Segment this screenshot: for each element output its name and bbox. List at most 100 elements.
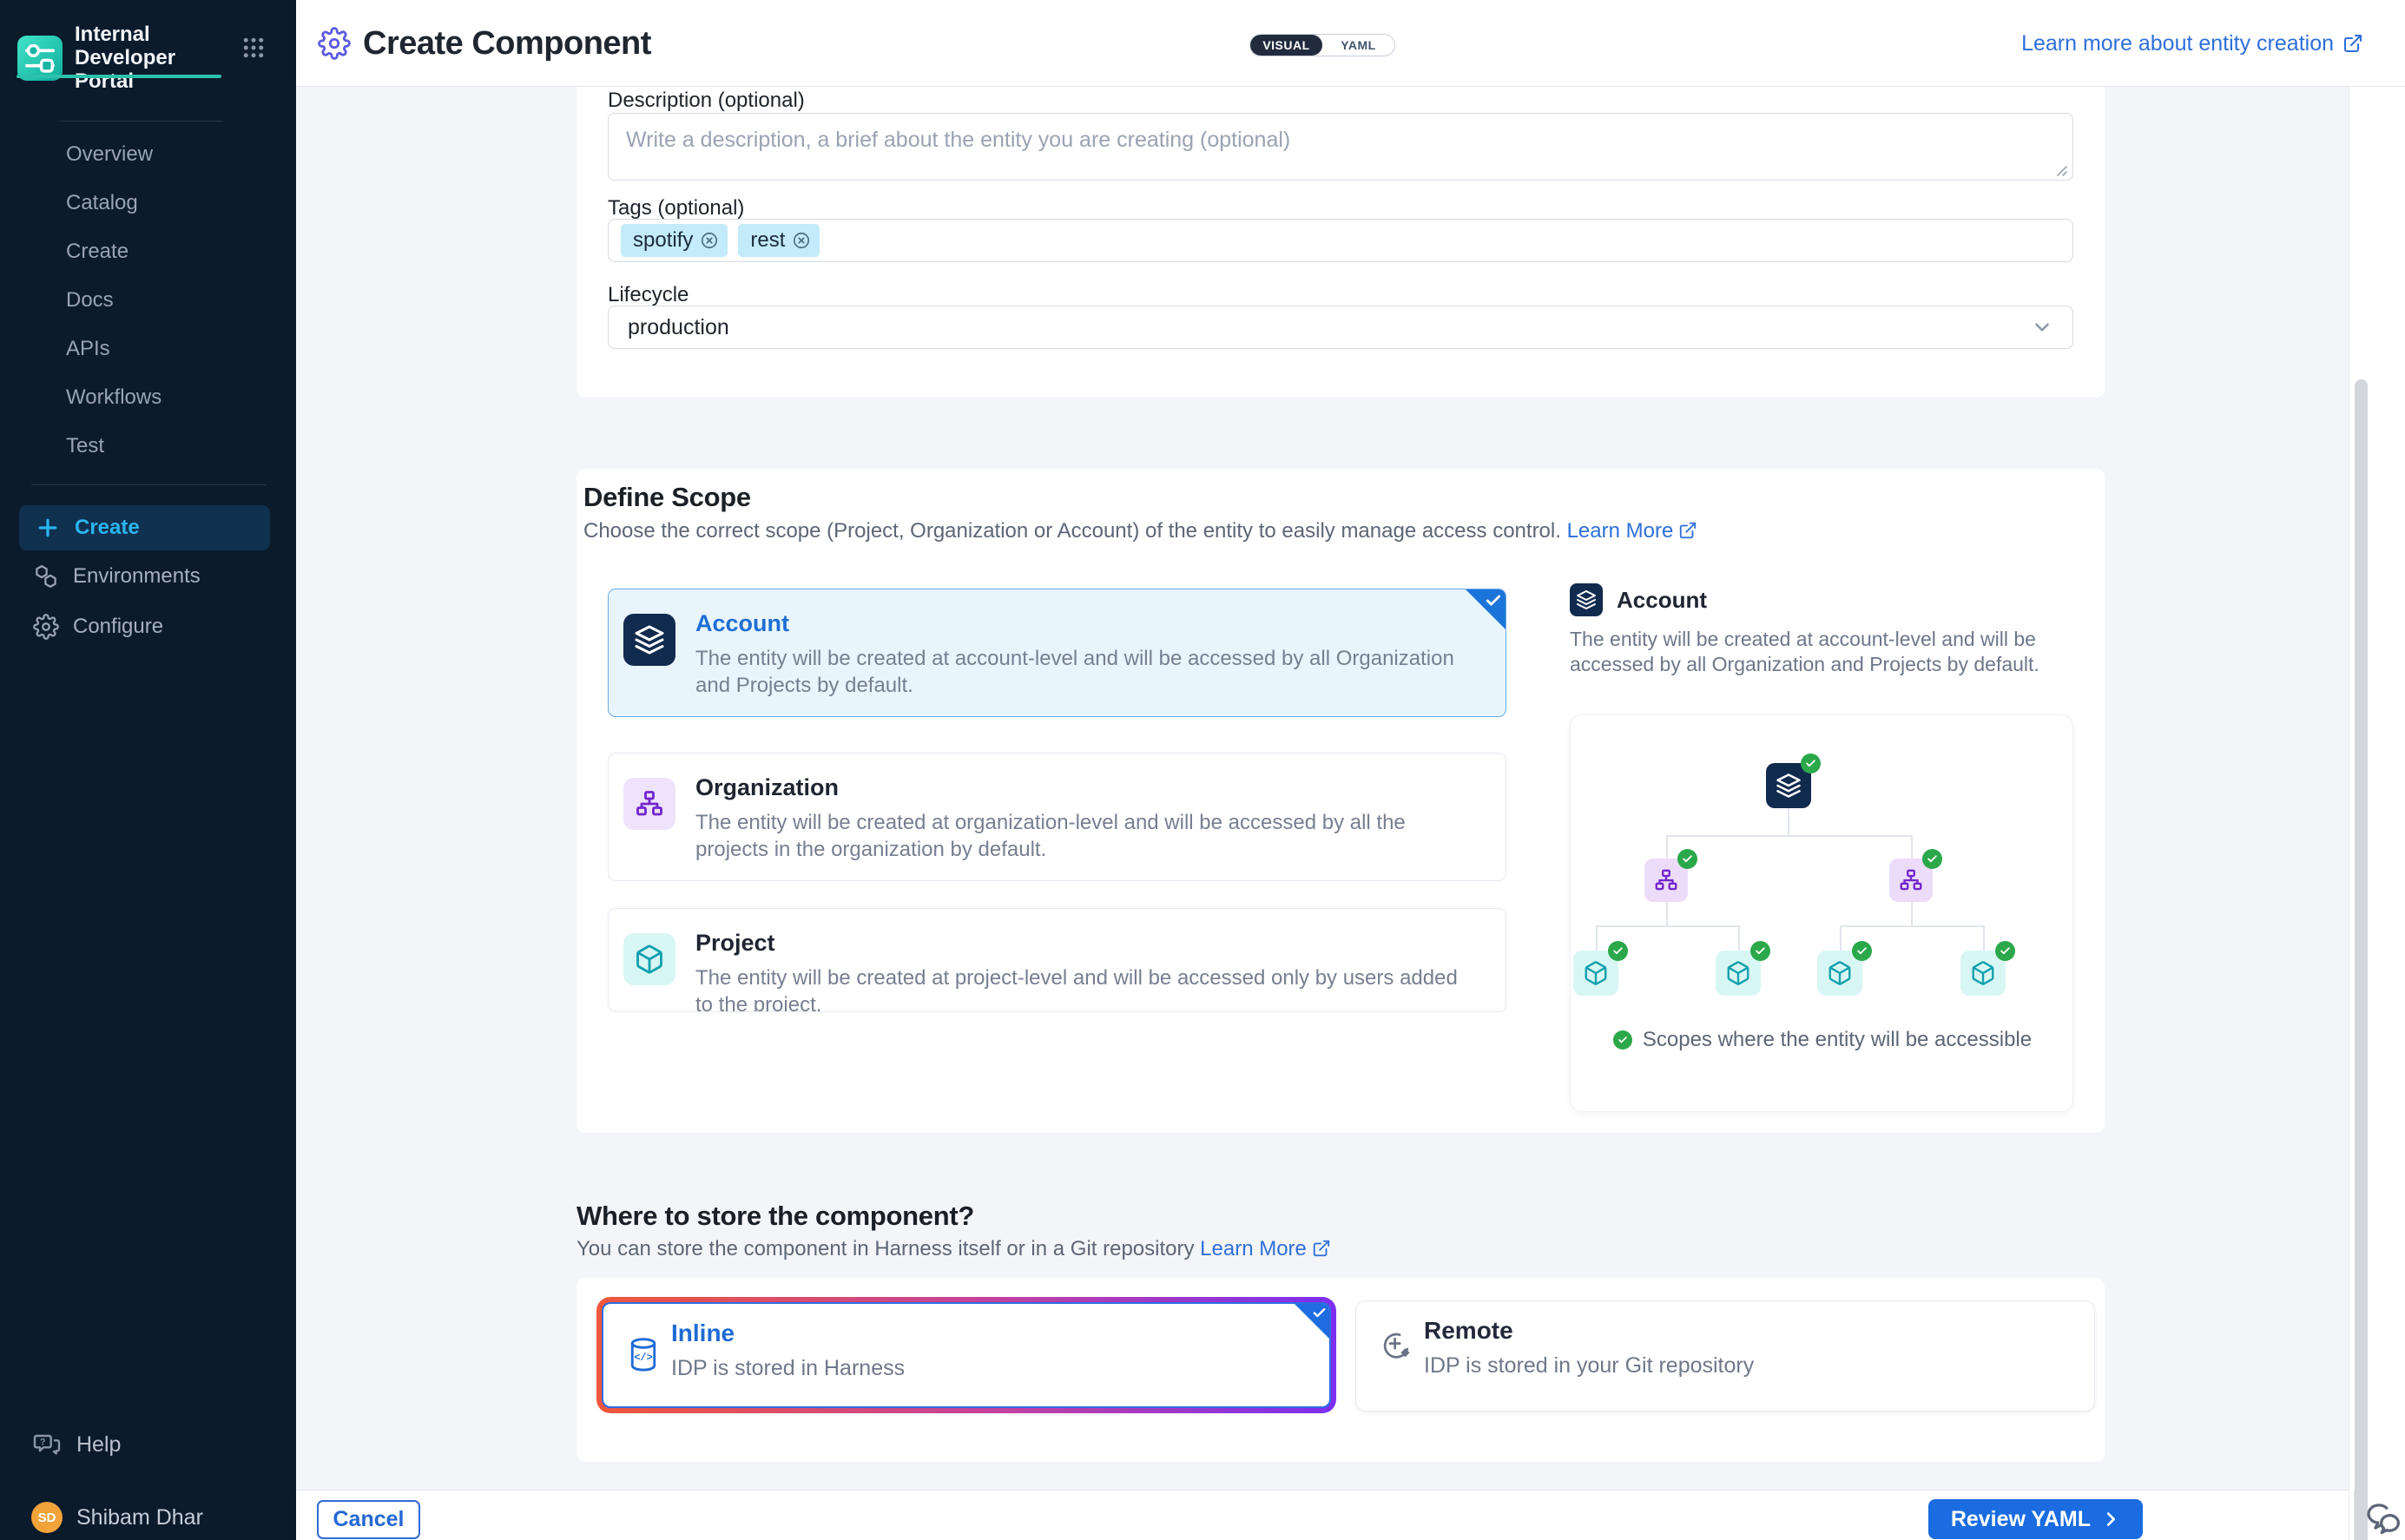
gear-icon [33, 614, 59, 640]
scope-option-project[interactable]: Project The entity will be created at pr… [608, 908, 1506, 1012]
sidebar-item-overview[interactable]: Overview [0, 130, 296, 179]
plus-icon [35, 515, 61, 541]
account-layers-icon [623, 614, 675, 666]
tags-input[interactable]: spotify rest [608, 219, 2073, 262]
top-bar: Create Component VISUAL YAML Learn more … [296, 0, 2405, 87]
learn-more-entity-label: Learn more about entity creation [2021, 31, 2334, 56]
lifecycle-select[interactable]: production [608, 306, 2073, 349]
scope-detail-title: Account [1617, 587, 1707, 614]
chat-bubble-icon[interactable] [2365, 1502, 2405, 1540]
diagram-project-node [1960, 951, 2006, 996]
scope-option-description: The entity will be created at organizati… [695, 809, 1468, 863]
external-link-icon [1678, 521, 1697, 540]
cancel-button[interactable]: Cancel [317, 1500, 420, 1539]
store-subtitle-text: You can store the component in Harness i… [577, 1237, 1194, 1260]
sidebar-item-catalog[interactable]: Catalog [0, 179, 296, 227]
sidebar: Internal Developer Portal Overview Catal… [0, 0, 296, 1540]
store-option-title: Remote [1424, 1317, 1513, 1345]
diagram-project-node [1716, 951, 1761, 996]
external-link-icon [2342, 33, 2363, 54]
sidebar-create-button[interactable]: Create [19, 505, 270, 550]
sidebar-configure-button[interactable]: Configure [0, 604, 296, 649]
lifecycle-label: Lifecycle [608, 283, 689, 307]
scope-option-description: The entity will be created at project-le… [695, 964, 1468, 1012]
brand-underline [16, 75, 221, 78]
user-name: Shibam Dhar [76, 1505, 203, 1530]
define-scope-section: Define Scope Choose the correct scope (P… [577, 469, 2105, 1133]
sidebar-item-apis[interactable]: APIs [0, 325, 296, 373]
footer-divider [2354, 1490, 2355, 1540]
check-badge [1677, 849, 1697, 869]
external-link-icon [1312, 1239, 1331, 1258]
diagram-project-node [1817, 951, 1862, 996]
lifecycle-value: production [628, 315, 729, 340]
sidebar-item-test[interactable]: Test [0, 422, 296, 471]
check-badge [1608, 941, 1628, 961]
organization-icon [623, 778, 675, 830]
sidebar-configure-label: Configure [73, 615, 163, 639]
store-option-remote[interactable]: Remote IDP is stored in your Git reposit… [1355, 1300, 2095, 1412]
diagram-account-node [1766, 763, 1811, 808]
remove-tag-icon[interactable] [700, 231, 719, 250]
learn-more-entity-link[interactable]: Learn more about entity creation [2021, 0, 2363, 87]
scope-subtitle: Choose the correct scope (Project, Organ… [583, 519, 1697, 543]
check-badge [1852, 941, 1872, 961]
scope-subtitle-text: Choose the correct scope (Project, Organ… [583, 519, 1561, 543]
app-grid-icon[interactable] [240, 35, 267, 61]
scope-diagram: Scopes where the entity will be accessib… [1570, 714, 2073, 1112]
description-label: Description (optional) [608, 89, 805, 113]
tag-chip-spotify[interactable]: spotify [621, 224, 728, 257]
user-menu[interactable]: SD Shibam Dhar [0, 1495, 296, 1540]
diagram-caption-text: Scopes where the entity will be accessib… [1643, 1028, 2032, 1052]
store-option-inline[interactable]: Inline IDP is stored in Harness [596, 1297, 1336, 1413]
project-cube-icon [623, 933, 675, 985]
check-badge [1750, 941, 1770, 961]
scope-option-title: Account [695, 610, 789, 637]
tag-chip-label: rest [750, 228, 785, 253]
store-learn-more-link[interactable]: Learn More [1200, 1237, 1307, 1260]
tags-label: Tags (optional) [608, 196, 744, 220]
tag-chip-rest[interactable]: rest [738, 224, 820, 257]
check-icon [1485, 592, 1502, 609]
inline-datastore-icon [628, 1337, 659, 1373]
description-input[interactable] [608, 113, 2073, 181]
idp-logo-icon [17, 36, 63, 81]
scope-option-title: Organization [695, 774, 839, 801]
scope-detail-header: Account [1570, 583, 1707, 616]
component-gear-icon [318, 27, 351, 60]
diagram-caption: Scopes where the entity will be accessib… [1571, 1028, 2074, 1052]
review-yaml-label: Review YAML [1951, 1507, 2091, 1532]
review-yaml-button[interactable]: Review YAML [1928, 1499, 2143, 1539]
sidebar-item-workflows[interactable]: Workflows [0, 373, 296, 422]
scope-learn-more-link[interactable]: Learn More [1567, 519, 1674, 543]
scope-title: Define Scope [583, 482, 751, 513]
footer-bar: Cancel Review YAML [296, 1490, 2349, 1540]
help-chat-icon [33, 1431, 61, 1458]
scope-option-account[interactable]: Account The entity will be created at ac… [608, 589, 1506, 717]
sidebar-environments-label: Environments [73, 564, 201, 589]
toggle-visual[interactable]: VISUAL [1250, 35, 1322, 56]
help-button[interactable]: Help [0, 1422, 296, 1467]
store-option-description: IDP is stored in Harness [671, 1356, 905, 1381]
sidebar-environments-button[interactable]: Environments [0, 554, 296, 599]
check-badge [1801, 754, 1821, 773]
sidebar-item-create[interactable]: Create [0, 227, 296, 276]
sidebar-nav: Overview Catalog Create Docs APIs Workfl… [0, 130, 296, 471]
account-layers-icon [1570, 583, 1603, 616]
vertical-scrollbar[interactable] [2355, 379, 2368, 1540]
check-icon [1613, 1030, 1632, 1050]
scope-option-description: The entity will be created at account-le… [695, 645, 1468, 699]
chevron-down-icon [2031, 316, 2053, 339]
scope-detail-description: The entity will be created at account-le… [1570, 627, 2079, 677]
store-title: Where to store the component? [577, 1201, 974, 1232]
scope-option-organization[interactable]: Organization The entity will be created … [608, 753, 1506, 881]
sidebar-item-docs[interactable]: Docs [0, 276, 296, 325]
remote-git-icon [1380, 1329, 1413, 1362]
toggle-yaml[interactable]: YAML [1322, 35, 1394, 56]
brand-title: Internal Developer Portal [75, 23, 222, 93]
check-icon [1312, 1306, 1327, 1320]
sidebar-divider [31, 484, 266, 485]
store-option-description: IDP is stored in your Git repository [1424, 1353, 1754, 1379]
visual-yaml-toggle: VISUAL YAML [1249, 34, 1395, 56]
remove-tag-icon[interactable] [792, 231, 811, 250]
